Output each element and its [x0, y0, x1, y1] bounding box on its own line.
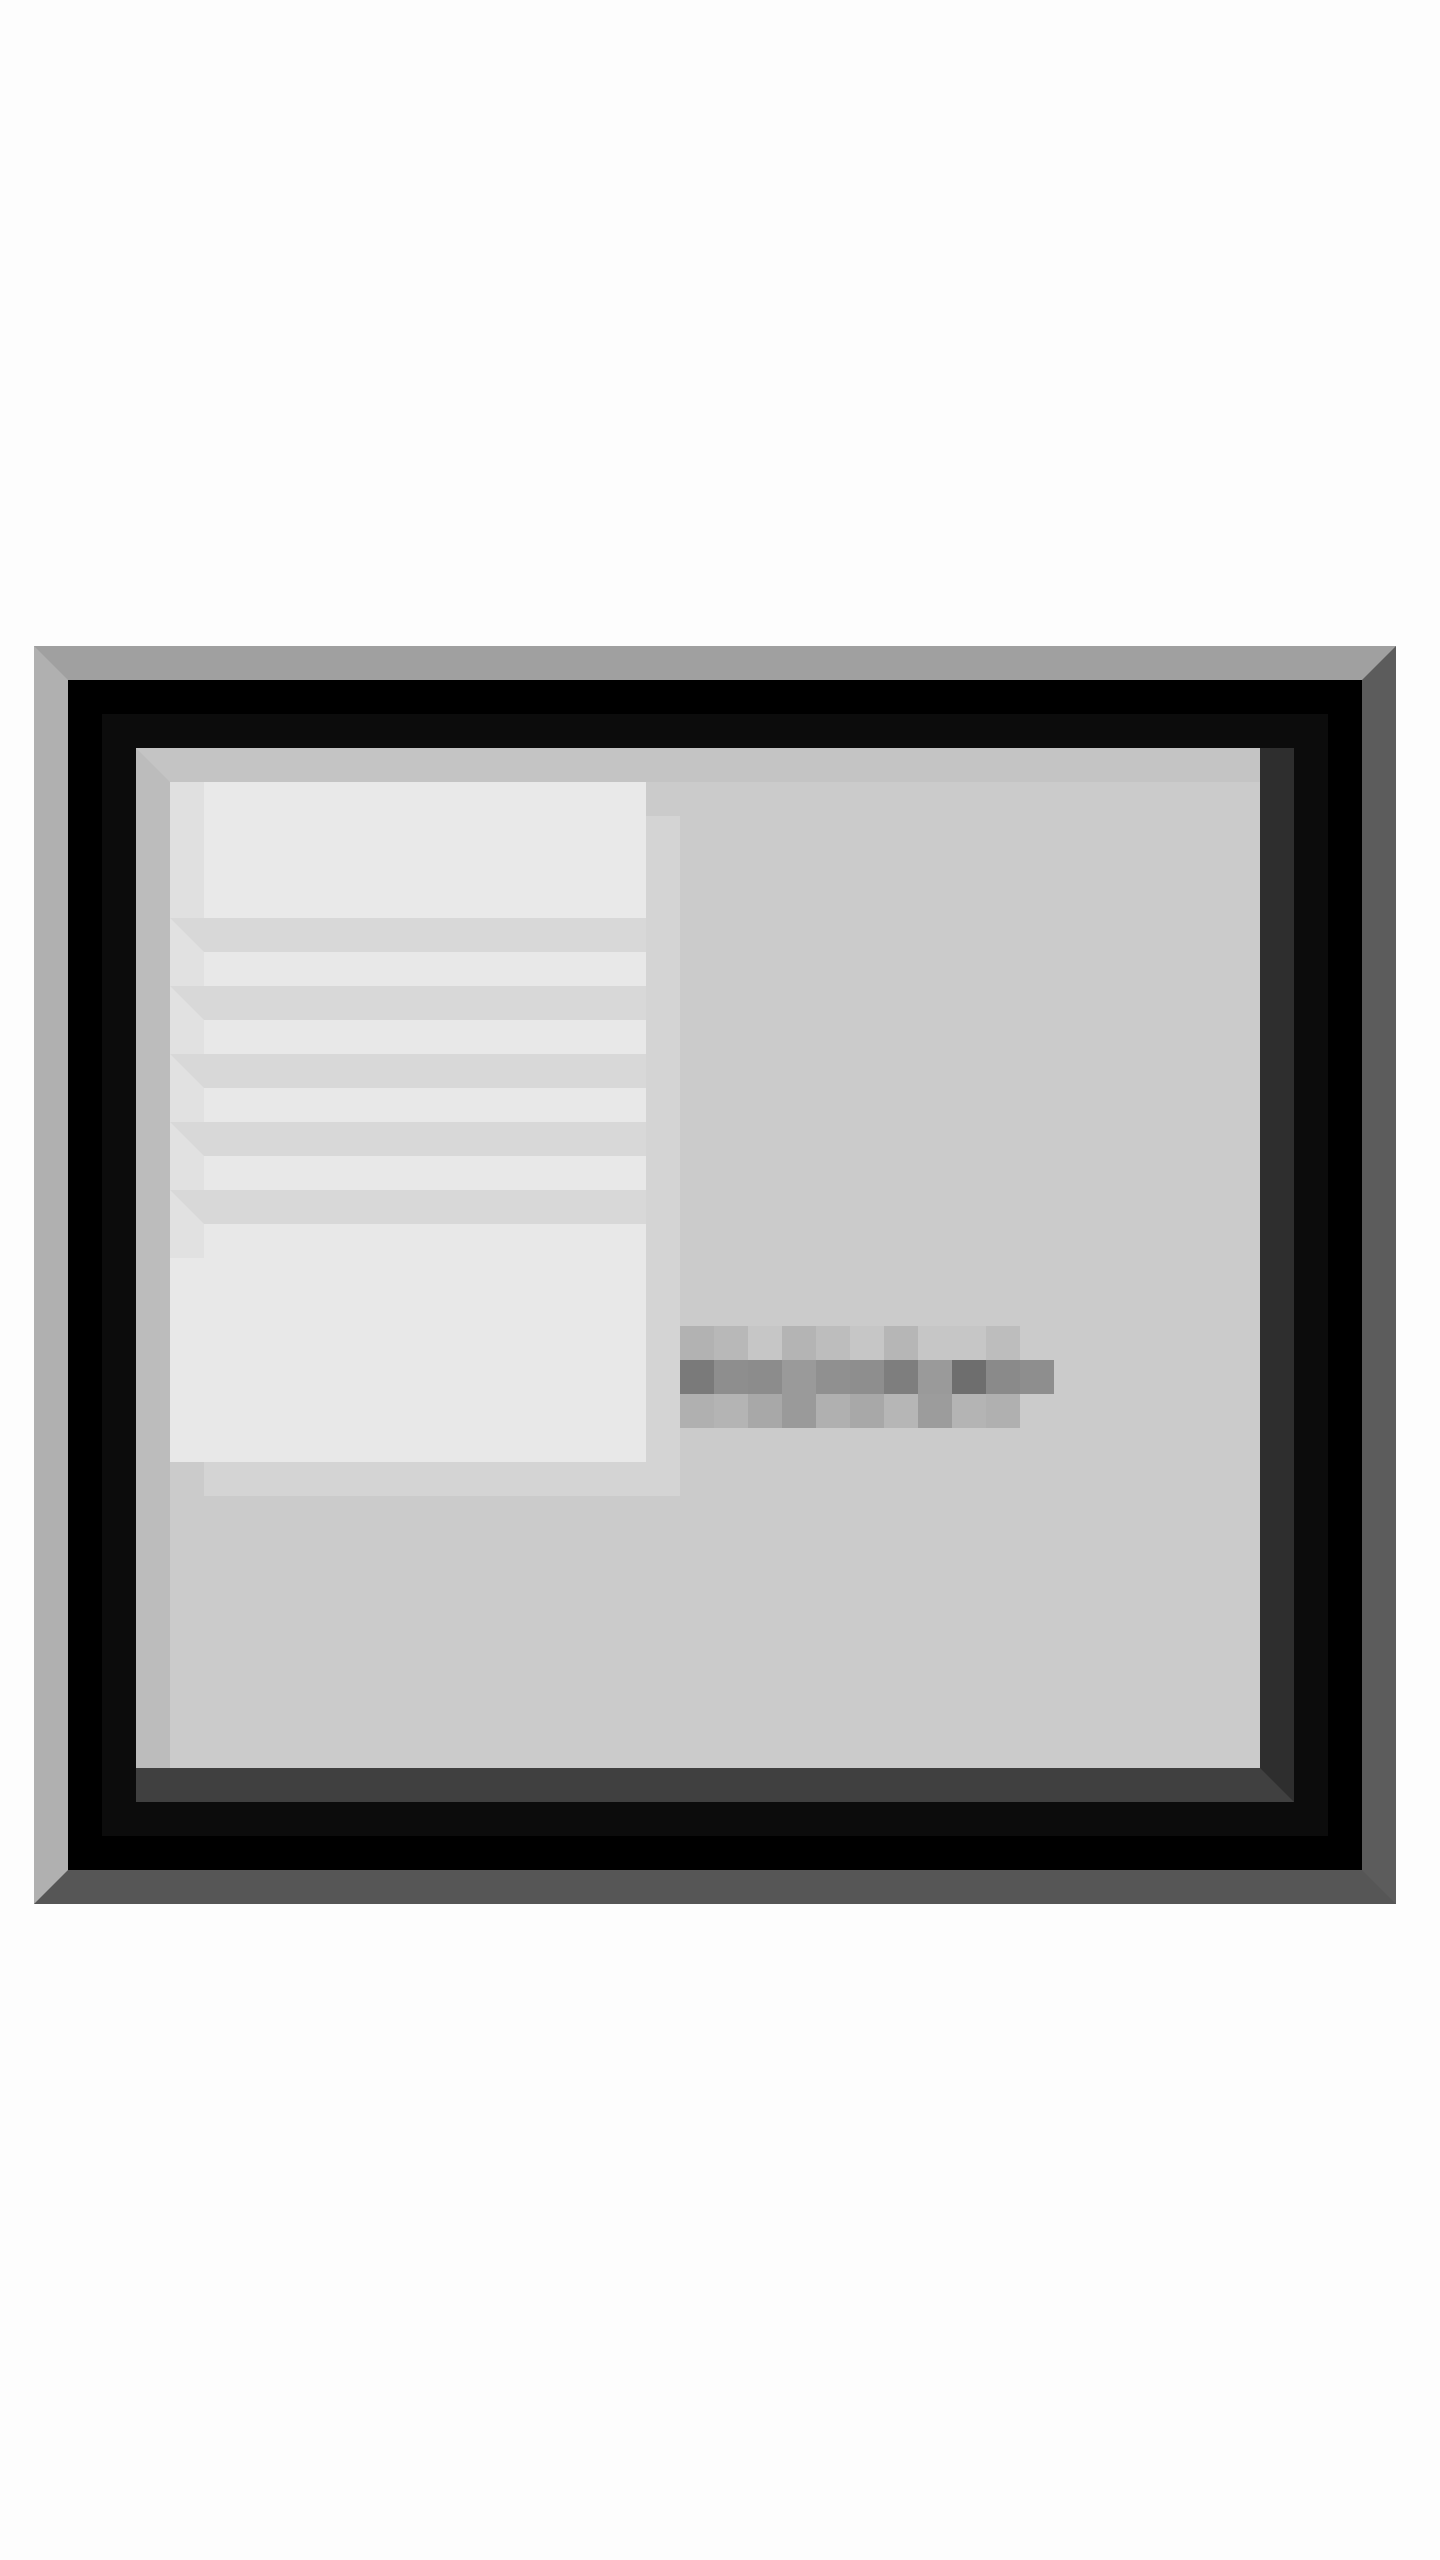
blurred-text-row-bottom	[680, 1394, 1020, 1428]
menu-header	[170, 782, 646, 918]
viewport-surface	[136, 748, 1260, 1768]
menu-item[interactable]	[170, 1190, 646, 1258]
blurred-text-row-top	[680, 1326, 1020, 1360]
blur-pixel	[680, 1360, 714, 1394]
menu-item[interactable]	[170, 918, 646, 986]
blur-pixel	[850, 1394, 884, 1428]
blur-pixel	[986, 1394, 1020, 1428]
viewport	[136, 748, 1294, 1802]
page	[0, 0, 1440, 2560]
menu-item[interactable]	[170, 1054, 646, 1122]
blur-pixel	[884, 1360, 918, 1394]
blur-pixel	[1020, 1360, 1054, 1394]
blur-pixel	[918, 1326, 952, 1360]
blur-pixel	[816, 1326, 850, 1360]
blur-pixel	[952, 1326, 986, 1360]
blur-pixel	[850, 1360, 884, 1394]
blur-pixel	[918, 1394, 952, 1428]
blur-pixel	[884, 1394, 918, 1428]
blur-pixel	[714, 1360, 748, 1394]
blur-pixel	[782, 1360, 816, 1394]
blur-pixel	[816, 1394, 850, 1428]
blur-pixel	[680, 1326, 714, 1360]
blur-pixel	[714, 1326, 748, 1360]
blur-pixel	[884, 1326, 918, 1360]
window-inner-frame	[102, 714, 1328, 1836]
blur-pixel	[782, 1394, 816, 1428]
blur-pixel	[714, 1394, 748, 1428]
blur-pixel	[782, 1326, 816, 1360]
blur-pixel	[952, 1394, 986, 1428]
window-frame	[34, 646, 1396, 1904]
blurred-text-label	[680, 1326, 1190, 1428]
blur-pixel	[748, 1326, 782, 1360]
blur-pixel	[680, 1394, 714, 1428]
blur-pixel	[986, 1326, 1020, 1360]
menu-item[interactable]	[170, 1122, 646, 1190]
menu-item[interactable]	[170, 986, 646, 1054]
blur-pixel	[816, 1360, 850, 1394]
blur-pixel	[952, 1360, 986, 1394]
blurred-text-row-mid	[680, 1360, 1054, 1394]
blur-pixel	[748, 1360, 782, 1394]
blur-pixel	[986, 1360, 1020, 1394]
blur-pixel	[850, 1326, 884, 1360]
blur-pixel	[918, 1360, 952, 1394]
blur-pixel	[748, 1394, 782, 1428]
dropdown-menu	[170, 782, 646, 1462]
